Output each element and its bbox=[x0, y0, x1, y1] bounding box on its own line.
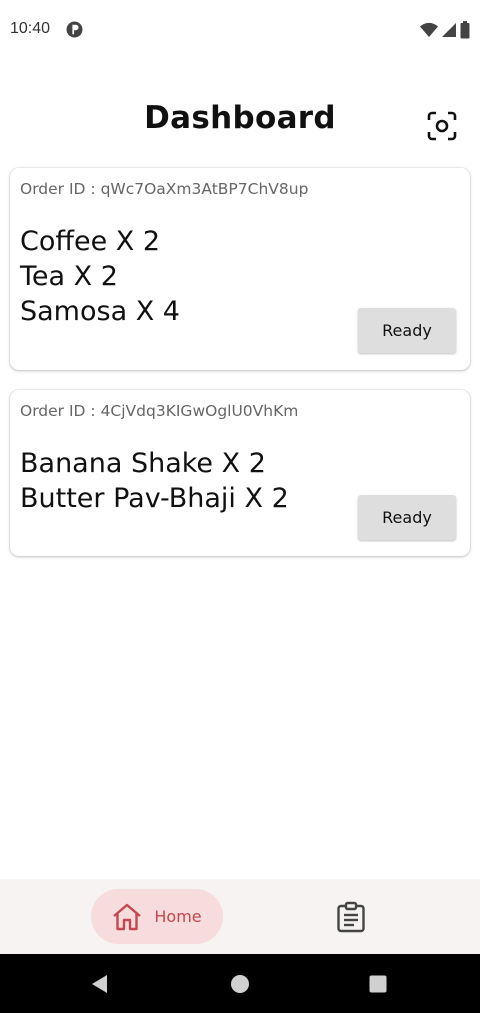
back-icon bbox=[92, 975, 107, 993]
nav-orders-tab[interactable] bbox=[327, 895, 375, 939]
order-items: Coffee X 2 Tea X 2 Samosa X 4 bbox=[20, 224, 180, 329]
clipboard-list-icon bbox=[337, 901, 365, 933]
nav-home-label: Home bbox=[154, 907, 202, 926]
page-title: Dashboard bbox=[144, 100, 336, 136]
order-id: Order ID : qWc7OaXm3AtBP7ChV8up bbox=[20, 180, 309, 198]
order-id: Order ID : 4CjVdq3KIGwOglU0VhKm bbox=[20, 402, 299, 420]
system-navigation-bar bbox=[0, 954, 480, 1013]
battery-icon bbox=[460, 21, 470, 39]
order-item: Butter Pav-Bhaji X 2 bbox=[20, 483, 289, 514]
status-time: 10:40 bbox=[10, 20, 51, 37]
recents-button[interactable] bbox=[363, 969, 393, 999]
nav-home-tab[interactable]: Home bbox=[91, 889, 223, 944]
app-notification-icon bbox=[66, 21, 83, 38]
cell-signal-icon bbox=[442, 23, 456, 37]
order-item: Tea X 2 bbox=[20, 261, 118, 292]
app-header: Dashboard bbox=[0, 90, 480, 150]
home-icon bbox=[113, 903, 142, 930]
order-items: Banana Shake X 2 Butter Pav-Bhaji X 2 bbox=[20, 446, 289, 516]
scan-icon bbox=[427, 111, 457, 141]
bottom-navigation: Home bbox=[0, 879, 480, 954]
ready-button[interactable]: Ready bbox=[358, 495, 456, 540]
recents-icon bbox=[369, 975, 387, 993]
back-button[interactable] bbox=[85, 969, 115, 999]
order-item: Coffee X 2 bbox=[20, 226, 161, 257]
order-item: Banana Shake X 2 bbox=[20, 448, 266, 479]
status-bar: 10:40 bbox=[0, 0, 480, 60]
qr-scan-button[interactable] bbox=[422, 106, 462, 146]
order-card: Order ID : qWc7OaXm3AtBP7ChV8up Coffee X… bbox=[10, 168, 470, 370]
wifi-icon bbox=[420, 22, 438, 37]
home-circle-icon bbox=[231, 975, 249, 993]
status-icons bbox=[420, 20, 470, 40]
orders-list: Order ID : qWc7OaXm3AtBP7ChV8up Coffee X… bbox=[10, 168, 470, 576]
ready-button[interactable]: Ready bbox=[358, 308, 456, 353]
home-system-button[interactable] bbox=[225, 969, 255, 999]
order-card: Order ID : 4CjVdq3KIGwOglU0VhKm Banana S… bbox=[10, 390, 470, 556]
order-item: Samosa X 4 bbox=[20, 296, 180, 327]
